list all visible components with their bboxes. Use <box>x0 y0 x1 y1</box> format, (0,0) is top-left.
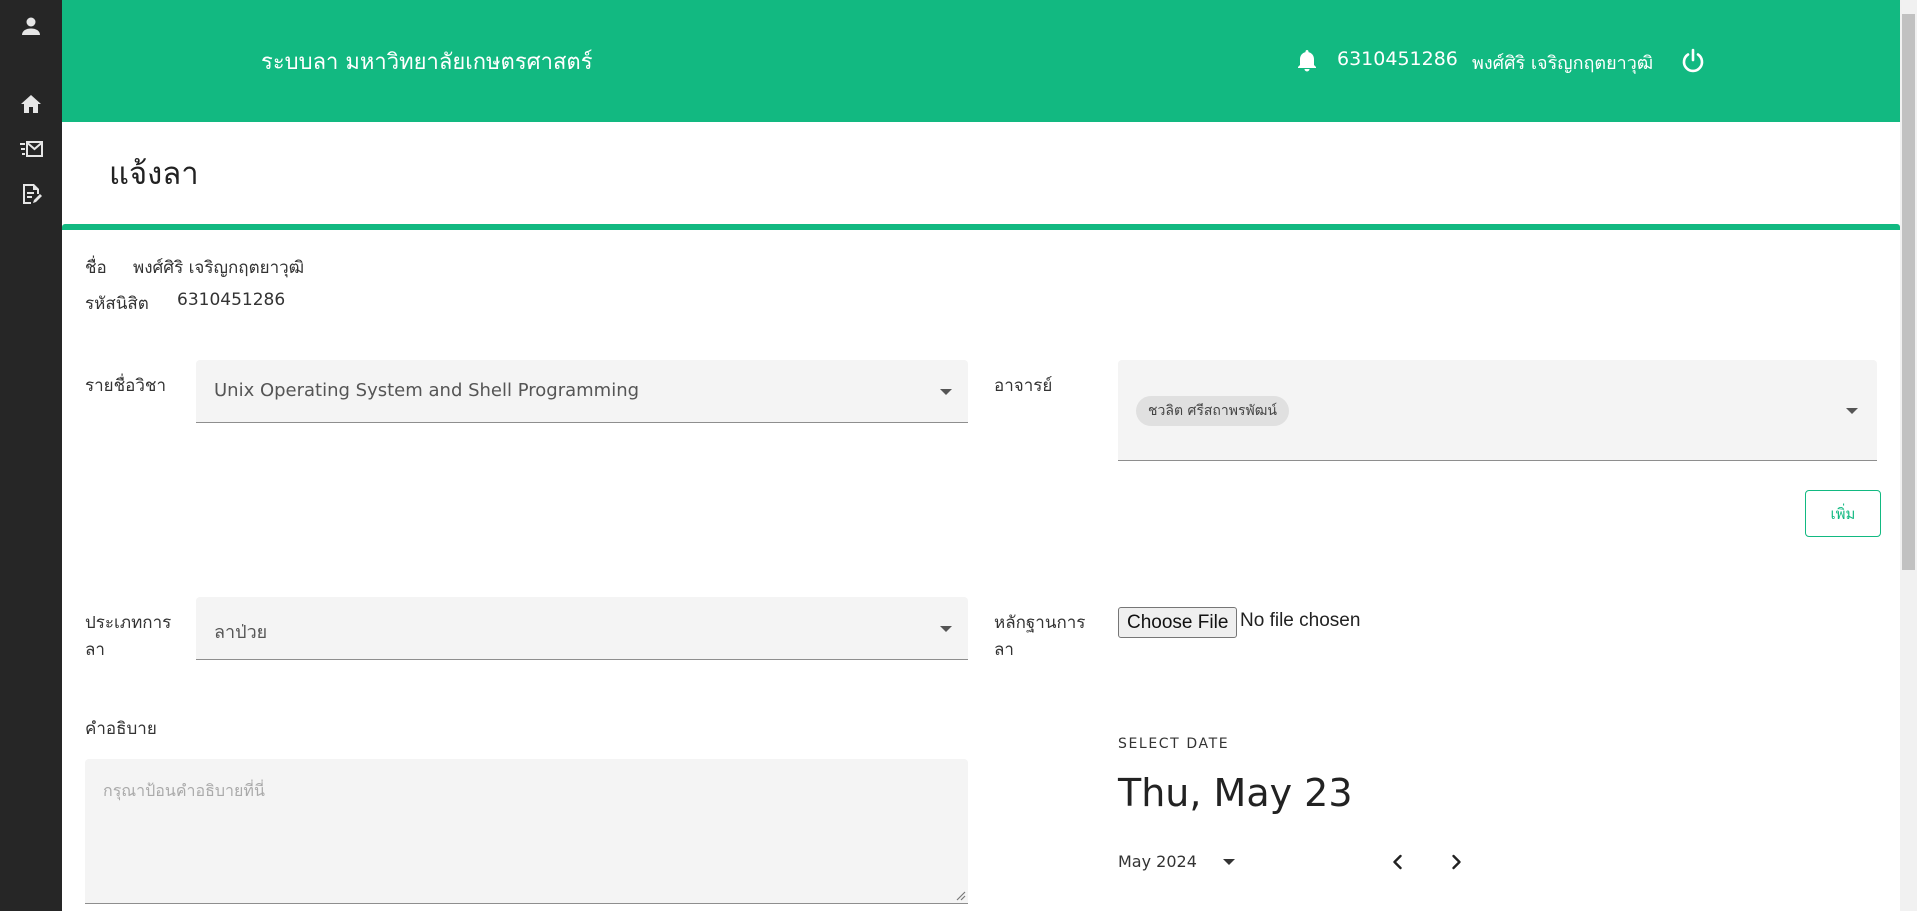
student-id-value: 6310451286 <box>177 290 286 310</box>
name-value: พงศ์ศิริ เจริญกฤตยาวุฒิ <box>133 258 305 278</box>
teacher-chip[interactable]: ชวลิต ศรีสถาพรพัฒน์ <box>1136 396 1289 426</box>
student-id-label: รหัสนิสิต <box>85 294 149 314</box>
top-header: ระบบลา มหาวิทยาลัยเกษตรศาสตร์ 6310451286… <box>62 0 1900 122</box>
vertical-scrollbar[interactable] <box>1900 0 1917 911</box>
description-textarea[interactable]: กรุณาป้อนคำอธิบายที่นี่ <box>85 759 968 904</box>
file-status: No file chosen <box>1240 610 1361 631</box>
datepicker-caption: SELECT DATE <box>1118 736 1230 752</box>
sidebar <box>0 0 62 911</box>
leave-type-label-line2: ลา <box>85 640 105 660</box>
scrollbar-thumb[interactable] <box>1902 14 1915 570</box>
datepicker-selected-date: Thu, May 23 <box>1118 771 1353 815</box>
description-placeholder: กรุณาป้อนคำอธิบายที่นี่ <box>103 781 265 800</box>
leave-type-label: ประเภทการ ลา <box>85 610 171 664</box>
app-title: ระบบลา มหาวิทยาลัยเกษตรศาสตร์ <box>261 50 593 75</box>
divider <box>62 224 1900 230</box>
caret-down-icon <box>940 389 952 395</box>
evidence-label-line1: หลักฐานการ <box>994 613 1086 633</box>
datepicker-month-year[interactable]: May 2024 <box>1118 852 1197 871</box>
resize-grip-icon[interactable] <box>956 891 966 901</box>
evidence-label: หลักฐานการ ลา <box>994 610 1085 664</box>
home-icon[interactable] <box>19 92 43 116</box>
subject-select-value: Unix Operating System and Shell Programm… <box>214 380 640 401</box>
power-icon[interactable] <box>1679 47 1707 75</box>
teacher-label: อาจารย์ <box>994 376 1053 396</box>
page-title: แจ้งลา <box>109 156 199 192</box>
leave-type-select-value: ลาป่วย <box>214 622 268 643</box>
name-label: ชื่อ <box>85 258 107 278</box>
subject-select[interactable]: Unix Operating System and Shell Programm… <box>196 360 968 423</box>
bell-icon[interactable] <box>1295 48 1319 74</box>
description-label: คำอธิบาย <box>85 719 157 739</box>
evidence-label-line2: ลา <box>994 640 1014 660</box>
edit-document-icon[interactable] <box>19 182 43 206</box>
header-student-id: 6310451286 <box>1337 48 1458 70</box>
title-band: แจ้งลา <box>62 122 1900 225</box>
choose-file-button[interactable]: Choose File <box>1118 607 1238 638</box>
subject-label: รายชื่อวิชา <box>85 376 167 396</box>
add-button[interactable]: เพิ่ม <box>1805 490 1881 537</box>
leave-type-select[interactable]: ลาป่วย <box>196 597 968 660</box>
caret-down-icon <box>940 626 952 632</box>
header-user-name: พงศ์ศิริ เจริญกฤตยาวุฒิ <box>1472 53 1654 74</box>
chevron-left-icon[interactable] <box>1388 852 1408 872</box>
caret-down-icon <box>1846 408 1858 414</box>
chevron-right-icon[interactable] <box>1446 852 1466 872</box>
teacher-select[interactable]: ชวลิต ศรีสถาพรพัฒน์ <box>1118 360 1877 461</box>
leave-type-label-line1: ประเภทการ <box>85 613 172 633</box>
month-dropdown-icon[interactable] <box>1223 859 1235 865</box>
mail-list-icon[interactable] <box>19 137 43 161</box>
user-icon[interactable] <box>19 14 43 38</box>
